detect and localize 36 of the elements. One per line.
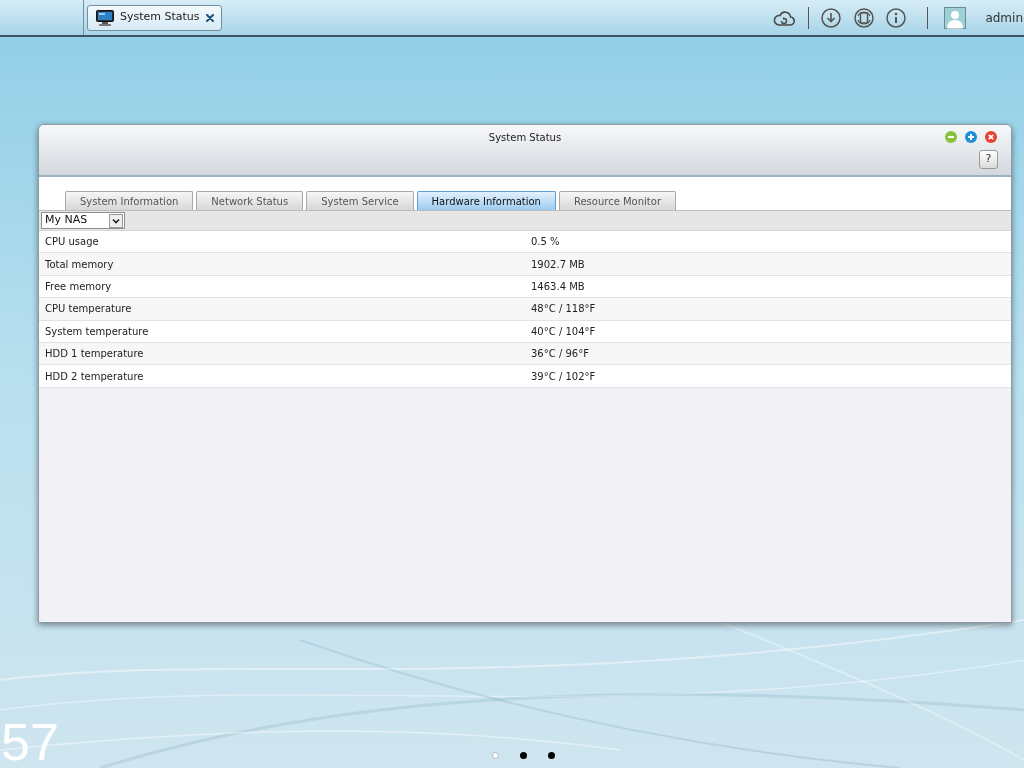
row-value: 0.5 %: [531, 235, 560, 250]
row-label: HDD 2 temperature: [44, 369, 145, 384]
close-icon[interactable]: [205, 13, 214, 22]
row-value: 36°C / 96°F: [531, 347, 589, 362]
sync-icon[interactable]: [854, 7, 875, 28]
row-value: 1463.4 MB: [531, 279, 585, 294]
user-avatar-icon[interactable]: [944, 6, 967, 29]
task-label: System Status: [120, 9, 200, 26]
window-title: System Status: [488, 130, 562, 145]
tab[interactable]: System Service: [306, 191, 414, 210]
row-value: 1902.7 MB: [531, 257, 585, 272]
row-label: HDD 1 temperature: [44, 347, 145, 362]
row-label: System temperature: [44, 324, 150, 339]
user-name[interactable]: admin: [985, 8, 1024, 27]
row-label: Free memory: [44, 279, 113, 294]
row-label: CPU usage: [44, 235, 100, 250]
row-value: 40°C / 104°F: [531, 324, 596, 339]
download-icon[interactable]: [821, 7, 842, 28]
row-value: 48°C / 118°F: [531, 302, 596, 317]
row-label: CPU temperature: [44, 302, 133, 317]
device-select[interactable]: My NAS: [41, 212, 125, 229]
maximize-icon[interactable]: [965, 131, 977, 143]
task-tab[interactable]: System Status: [87, 4, 222, 31]
help-button[interactable]: ?: [979, 150, 998, 169]
tab[interactable]: Network Status: [196, 191, 304, 210]
caret-icon[interactable]: [109, 213, 123, 228]
row-label: Total memory: [44, 257, 115, 272]
select-value: My NAS: [45, 212, 88, 229]
tab[interactable]: Hardware Information: [416, 191, 556, 210]
info-icon[interactable]: [886, 7, 907, 28]
monitor-icon: [96, 9, 114, 26]
tab[interactable]: Resource Monitor: [558, 191, 676, 210]
close-icon[interactable]: [985, 131, 997, 143]
cloud-icon[interactable]: [773, 9, 796, 26]
tab[interactable]: System Information: [65, 191, 194, 210]
row-value: 39°C / 102°F: [531, 369, 596, 384]
